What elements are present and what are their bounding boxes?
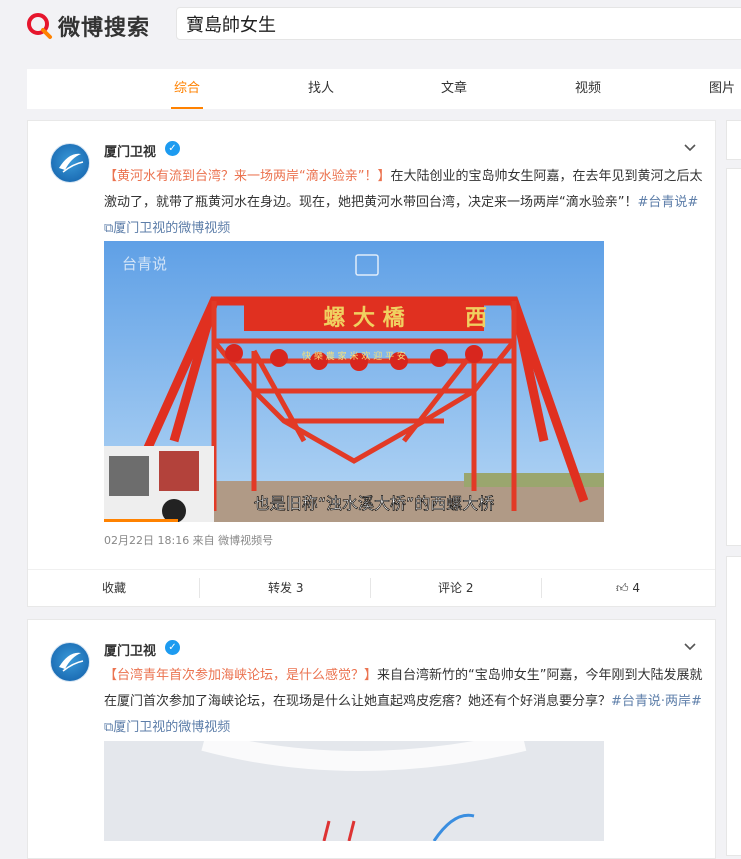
- verified-badge-icon: ✓: [165, 640, 180, 655]
- xiamen-tv-logo-icon: [59, 153, 84, 173]
- tab-articles[interactable]: 文章: [438, 69, 470, 109]
- video-link-label: 厦门卫视的微博视频: [113, 720, 231, 735]
- post-meta: 02月22日 18:16 来自 微博视频号: [104, 534, 274, 547]
- tab-videos[interactable]: 视频: [572, 69, 604, 109]
- divider: [199, 578, 200, 598]
- weibo-search-logo[interactable]: 微博搜索: [26, 10, 150, 42]
- bridge-sign-text-left: 西: [465, 305, 487, 331]
- chevron-down-icon[interactable]: [683, 640, 697, 654]
- avatar[interactable]: [50, 143, 90, 183]
- divider: [541, 578, 542, 598]
- chevron-down-icon[interactable]: [683, 141, 697, 155]
- username[interactable]: 厦门卫视: [104, 640, 156, 659]
- video-player[interactable]: [104, 741, 604, 841]
- search-input[interactable]: [184, 12, 741, 35]
- video-thumbnail: [104, 741, 604, 841]
- like-count: 4: [632, 581, 641, 595]
- thumbs-up-icon: 👍︎: [616, 581, 629, 595]
- video-player[interactable]: 螺 大 橋 西 快 樂 農 家 米 欢 迎 平 安 台青说 也是旧称“浊水溪大桥…: [104, 241, 604, 522]
- username[interactable]: 厦门卫视: [104, 141, 156, 160]
- post-text: 【台湾青年首次参加海峡论坛，是什么感觉？】来自台湾新竹的“宝岛帅女生”阿嘉，今年…: [104, 663, 704, 741]
- video-link[interactable]: ⧉厦门卫视的微博视频: [104, 221, 230, 236]
- post-title: 【台湾青年首次参加海峡论坛，是什么感觉？】: [104, 668, 378, 683]
- bridge-sign-text: 螺 大 橋: [323, 305, 405, 331]
- video-link-icon: ⧉: [104, 720, 114, 735]
- video-subtitle: 也是旧称“浊水溪大桥”的西螺大桥: [254, 494, 495, 513]
- hashtag-link[interactable]: #台青说·两岸#: [611, 694, 702, 709]
- side-panel: [726, 168, 741, 546]
- video-link-label: 厦门卫视的微博视频: [113, 221, 231, 236]
- search-logo-icon: [27, 13, 52, 39]
- verified-badge-icon: ✓: [165, 141, 180, 156]
- repost-button[interactable]: 转发 3: [268, 570, 303, 606]
- lantern-banner-text: 快 樂 農 家 米 欢 迎 平 安: [302, 350, 406, 362]
- divider: [370, 578, 371, 598]
- video-link[interactable]: ⧉厦门卫视的微博视频: [104, 720, 230, 735]
- collect-button[interactable]: 收藏: [102, 570, 126, 606]
- comment-button[interactable]: 评论 2: [438, 570, 473, 606]
- like-button[interactable]: 👍︎ 4: [616, 570, 640, 606]
- hashtag-link[interactable]: #台青说#: [637, 195, 698, 210]
- search-bar[interactable]: [176, 7, 741, 40]
- tab-people[interactable]: 找人: [305, 69, 337, 109]
- logo-text: 微博搜索: [58, 16, 151, 41]
- video-watermark: 台青说: [122, 255, 167, 273]
- avatar[interactable]: [50, 642, 90, 682]
- post-card: 厦门卫视 ✓ 【黄河水有流到台湾？来一场两岸“滴水验亲”！】在大陆创业的宝岛帅女…: [27, 120, 716, 607]
- tab-images[interactable]: 图片: [706, 69, 738, 109]
- search-tabs: 综合 找人 文章 视频 图片: [27, 69, 741, 109]
- action-bar: 收藏 转发 3 评论 2 👍︎ 4: [28, 569, 715, 606]
- tab-comprehensive[interactable]: 综合: [171, 69, 203, 109]
- header: 微博搜索: [0, 0, 741, 55]
- post-card: 厦门卫视 ✓ 【台湾青年首次参加海峡论坛，是什么感觉？】来自台湾新竹的“宝岛帅女…: [27, 619, 716, 859]
- side-panel: [726, 556, 741, 856]
- post-title: 【黄河水有流到台湾？来一场两岸“滴水验亲”！】: [104, 169, 391, 184]
- post-text: 【黄河水有流到台湾？来一场两岸“滴水验亲”！】在大陆创业的宝岛帅女生阿嘉，在去年…: [104, 164, 704, 242]
- side-panel: [726, 120, 741, 160]
- video-thumbnail: 螺 大 橋 西 快 樂 農 家 米 欢 迎 平 安 台青说 也是旧称“浊水溪大桥…: [104, 241, 604, 522]
- xiamen-tv-logo-icon: [59, 652, 84, 672]
- video-link-icon: ⧉: [104, 221, 114, 236]
